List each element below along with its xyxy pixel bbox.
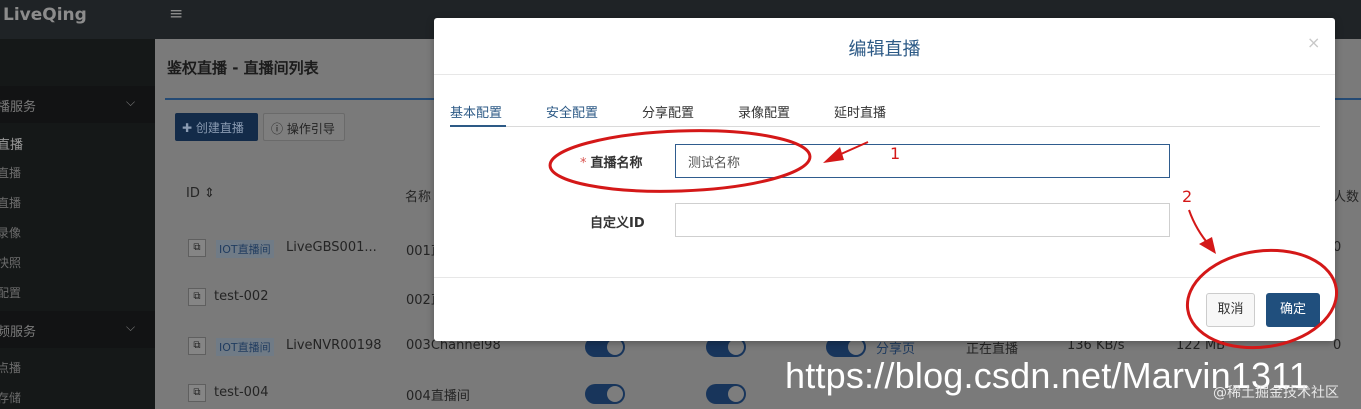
toggle-switch[interactable]	[706, 384, 746, 404]
tab-security-config[interactable]: 安全配置	[546, 102, 598, 121]
tab-basic-config[interactable]: 基本配置	[450, 102, 502, 121]
chevron-down-icon: ⌵	[126, 320, 136, 334]
sidebar-group-vod[interactable]: 频服务 ⌵	[0, 311, 155, 348]
annotation-number-2: 2	[1182, 187, 1193, 206]
iot-tag: IOT直播间	[216, 240, 274, 258]
app-logo: LiveQing	[3, 5, 87, 25]
sidebar: 播服务 ⌵ 直播 直播 直播 录像 快照 配置 频服务 ⌵ 点播 存储	[0, 39, 155, 409]
sidebar-group-label: 频服务	[0, 325, 37, 340]
sidebar-item-vod[interactable]: 点播	[0, 359, 21, 376]
column-header-id[interactable]: ID ⇕	[186, 186, 215, 201]
iot-tag: IOT直播间	[216, 338, 274, 356]
column-header-viewers: 人数	[1333, 190, 1360, 205]
live-name-label-text: 直播名称	[590, 156, 643, 171]
copy-icon[interactable]: ⧉	[188, 288, 206, 306]
custom-id-input[interactable]	[675, 203, 1170, 237]
cancel-button[interactable]: 取消	[1206, 293, 1255, 327]
sidebar-item-snapshot[interactable]: 快照	[0, 254, 21, 271]
copy-icon[interactable]: ⧉	[188, 384, 206, 402]
row-name: 004直播间	[406, 389, 470, 404]
custom-id-label: 自定义ID	[590, 216, 645, 231]
tab-record-config[interactable]: 录像配置	[738, 102, 790, 121]
page-title: 鉴权直播 - 直播间列表	[167, 59, 319, 77]
plus-icon: ✚	[182, 121, 193, 135]
close-icon[interactable]: ×	[1307, 33, 1320, 52]
row-id: LiveNVR00198	[286, 338, 382, 353]
create-live-label: 创建直播	[195, 121, 244, 135]
watermark-sub: @稀土掘金技术社区	[1213, 385, 1339, 401]
sidebar-item-storage[interactable]: 存储	[0, 389, 21, 406]
sidebar-item-record[interactable]: 录像	[0, 224, 21, 241]
menu-toggle-icon[interactable]: ≡	[169, 4, 183, 24]
tab-share-config[interactable]: 分享配置	[642, 102, 694, 121]
row-id: LiveGBS001...	[286, 240, 377, 255]
tab-bar-divider	[450, 126, 1320, 127]
dialog-header-divider	[434, 74, 1335, 75]
sidebar-item-live-2[interactable]: 直播	[0, 164, 21, 181]
info-icon: ⓘ	[271, 122, 284, 136]
sidebar-item-config[interactable]: 配置	[0, 284, 21, 301]
guide-button[interactable]: ⓘ 操作引导	[263, 113, 345, 141]
row-id: test-002	[214, 289, 269, 304]
column-header-name: 名称	[405, 190, 432, 205]
tab-delay-live[interactable]: 延时直播	[834, 102, 886, 121]
dialog-title: 编辑直播	[848, 39, 921, 60]
live-name-input[interactable]	[675, 144, 1170, 178]
live-name-label: * 直播名称	[580, 152, 643, 171]
edit-live-dialog: 编辑直播 × 基本配置 安全配置 分享配置 录像配置 延时直播 *直播名称 自定…	[434, 18, 1335, 341]
annotation-number-1: 1	[890, 144, 901, 163]
chevron-down-icon: ⌵	[126, 95, 136, 109]
sidebar-group-live[interactable]: 播服务 ⌵	[0, 86, 155, 123]
toggle-switch[interactable]	[585, 384, 625, 404]
row-id: test-004	[214, 385, 269, 400]
required-marker: *	[580, 156, 587, 171]
copy-icon[interactable]: ⧉	[188, 239, 206, 257]
dialog-footer-divider	[434, 277, 1335, 278]
create-live-button[interactable]: ✚ 创建直播	[175, 113, 258, 141]
guide-label: 操作引导	[286, 122, 335, 136]
sidebar-group-label: 播服务	[0, 100, 37, 115]
row-viewers: 0	[1333, 338, 1342, 353]
active-tab-indicator	[450, 125, 506, 127]
sidebar-item-live-3[interactable]: 直播	[0, 194, 21, 211]
sidebar-item-live-1[interactable]: 直播	[0, 134, 23, 153]
copy-icon[interactable]: ⧉	[188, 337, 206, 355]
confirm-button[interactable]: 确定	[1266, 293, 1320, 327]
